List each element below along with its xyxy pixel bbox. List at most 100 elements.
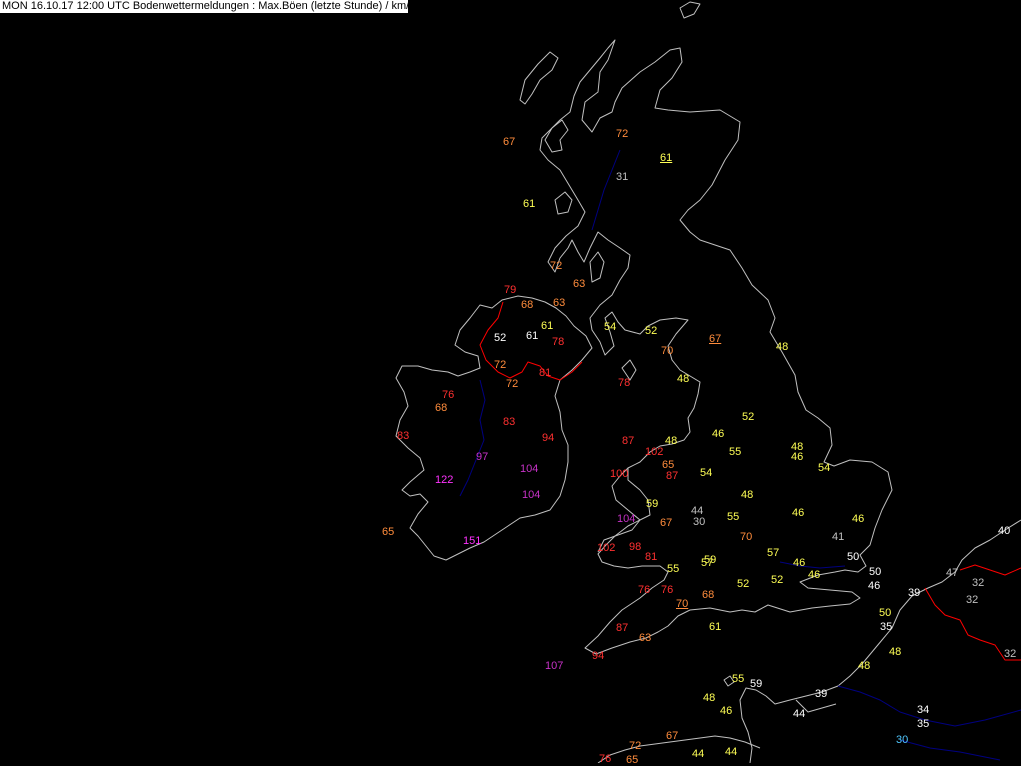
- observation-value: 59: [646, 498, 659, 510]
- observation-value: 57: [701, 557, 714, 569]
- map-canvas: 67 72 61 31 61 72 63 79 68 63 52 61 61 78 54 52 67 70 48 72…: [0, 0, 1021, 766]
- observation-value: 48: [741, 489, 754, 501]
- observation-value: 67: [666, 730, 679, 742]
- observation-value: 41: [832, 531, 845, 543]
- observation-value: 63: [553, 297, 566, 309]
- observation-value: 35: [917, 718, 930, 730]
- observation-value: 70: [740, 531, 753, 543]
- observation-value: 44: [793, 708, 806, 720]
- observation-value: 46: [808, 569, 821, 581]
- observation-value: 83: [503, 416, 516, 428]
- observation-value: 46: [791, 451, 804, 463]
- observation-value: 97: [476, 451, 489, 463]
- observation-value: 68: [435, 402, 448, 414]
- observation-value: 52: [645, 325, 658, 337]
- observation-value: 61: [541, 320, 554, 332]
- observation-value: 52: [494, 332, 507, 344]
- observation-value: 70: [661, 345, 674, 357]
- observation-value: 104: [617, 513, 636, 525]
- observation-value: 46: [852, 513, 865, 525]
- observation-value: 87: [616, 622, 629, 634]
- river-thames: [779, 561, 846, 569]
- observation-value: 68: [702, 589, 715, 601]
- observation-value: 32: [1004, 648, 1017, 660]
- observation-value: 44: [692, 748, 705, 760]
- river-loire: [899, 739, 1001, 761]
- observation-value: 68: [521, 299, 534, 311]
- observation-value: 46: [712, 428, 725, 440]
- observation-value: 54: [604, 321, 617, 333]
- observation-value: 52: [771, 574, 784, 586]
- observation-value: 63: [639, 632, 652, 644]
- observation-value: 67: [503, 136, 516, 148]
- observation-value: 32: [972, 577, 985, 589]
- observation-value: 50: [879, 607, 892, 619]
- arran-outline: [589, 251, 605, 283]
- observation-value: 81: [539, 367, 552, 379]
- observation-value: 76: [661, 584, 674, 596]
- observation-value: 72: [550, 260, 563, 272]
- observation-value: 151: [463, 535, 482, 547]
- wales-coast: [597, 467, 641, 553]
- observation-value: 122: [435, 474, 454, 486]
- observation-value: 83: [397, 430, 410, 442]
- islay-outline: [554, 191, 573, 215]
- observation-value: 78: [552, 336, 565, 348]
- observation-value: 79: [504, 284, 517, 296]
- observation-value: 46: [720, 705, 733, 717]
- river-shannon: [459, 379, 486, 497]
- observation-value: 94: [592, 650, 605, 662]
- observation-value: 55: [729, 446, 742, 458]
- france-coast: [739, 519, 1021, 763]
- skye-outline: [544, 119, 569, 153]
- observation-value: 57: [767, 547, 780, 559]
- observation-value: 48: [665, 435, 678, 447]
- observation-value: 59: [750, 678, 763, 690]
- observation-value: 61: [709, 621, 722, 633]
- observation-value: 52: [737, 578, 750, 590]
- observation-value: 48: [889, 646, 902, 658]
- observation-value: 52: [742, 411, 755, 423]
- observation-value: 67: [660, 517, 673, 529]
- observation-value: 98: [629, 541, 642, 553]
- observation-value: 70: [676, 598, 689, 610]
- shetland-outline: [679, 1, 701, 19]
- observation-value: 50: [847, 551, 860, 563]
- observation-value: 61: [523, 198, 536, 210]
- observation-value: 76: [599, 753, 612, 765]
- observation-value: 65: [626, 754, 639, 766]
- observation-value: 78: [618, 377, 631, 389]
- observation-value: 46: [792, 507, 805, 519]
- observation-value: 35: [880, 621, 893, 633]
- observation-value: 104: [520, 463, 539, 475]
- observation-value: 81: [645, 551, 658, 563]
- observation-value: 104: [522, 489, 541, 501]
- observation-value: 67: [709, 333, 722, 345]
- observation-value: 54: [700, 467, 713, 479]
- observation-value: 31: [616, 171, 629, 183]
- observation-value: 72: [494, 359, 507, 371]
- observation-value: 39: [908, 587, 921, 599]
- observation-value: 46: [793, 557, 806, 569]
- observation-value: 76: [442, 389, 455, 401]
- observation-value: 48: [858, 660, 871, 672]
- observation-value: 30: [693, 516, 706, 528]
- observation-value: 55: [667, 563, 680, 575]
- river-seine: [837, 685, 1021, 727]
- netherlands-border: [959, 564, 1021, 576]
- observation-value: 46: [868, 580, 881, 592]
- observation-value: 61: [660, 152, 673, 164]
- observation-value: 48: [703, 692, 716, 704]
- observation-value: 55: [727, 511, 740, 523]
- hebrides-outline: [519, 51, 559, 105]
- observation-value: 44: [725, 746, 738, 758]
- observation-value: 107: [545, 660, 564, 672]
- observation-value: 87: [622, 435, 635, 447]
- river-clyde: [591, 149, 621, 231]
- observation-value: 40: [998, 525, 1011, 537]
- observation-value: 39: [815, 688, 828, 700]
- observation-value: 87: [666, 470, 679, 482]
- observation-value: 32: [966, 594, 979, 606]
- observation-value: 54: [818, 462, 831, 474]
- map-header: MON 16.10.17 12:00 UTC Bodenwettermeldun…: [0, 0, 408, 13]
